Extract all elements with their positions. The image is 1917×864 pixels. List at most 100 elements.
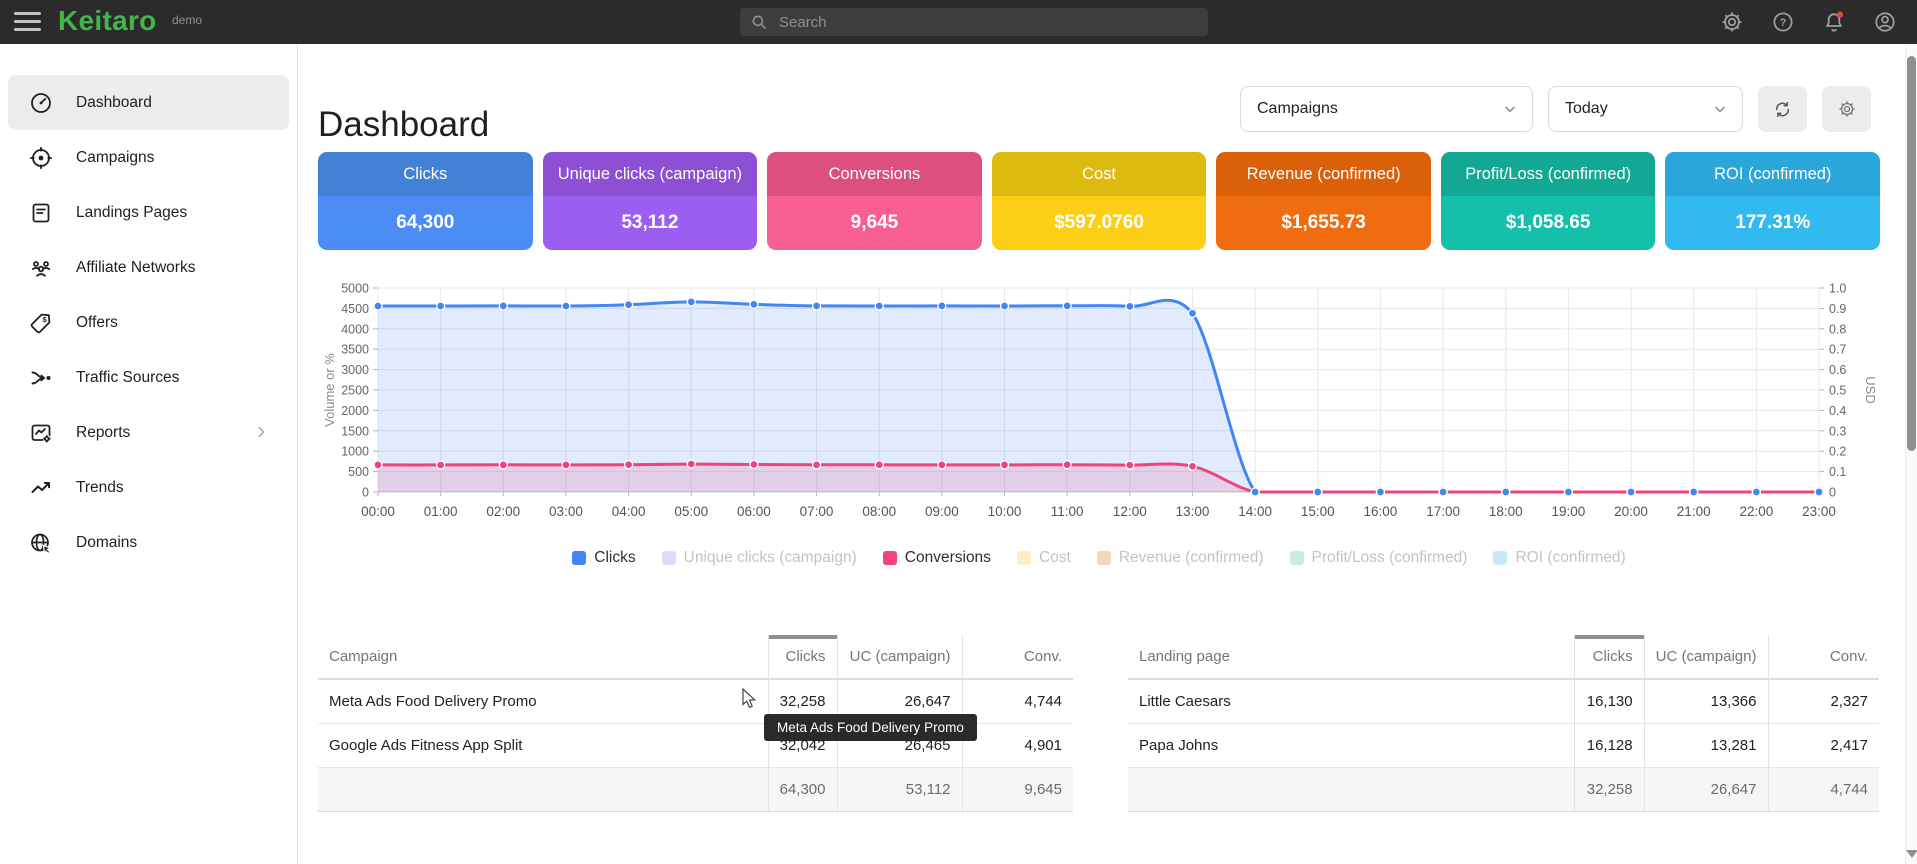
svg-text:1000: 1000 [341,445,369,459]
legend-item[interactable]: Clicks [572,549,635,567]
sidebar-item-domains[interactable]: Domains [8,515,289,570]
svg-text:USD: USD [1863,376,1878,403]
legend-label: Revenue (confirmed) [1119,549,1264,567]
column-header-uc[interactable]: UC (campaign) [837,635,962,679]
svg-text:500: 500 [348,465,369,479]
chevron-right-icon [253,424,269,440]
svg-text:0.2: 0.2 [1829,445,1846,459]
refresh-icon [1772,99,1793,120]
user-account-icon[interactable] [1873,10,1897,34]
svg-text:2000: 2000 [341,404,369,418]
svg-text:18:00: 18:00 [1489,504,1523,519]
totals-empty-cell [318,768,768,812]
grouping-select[interactable]: Campaigns [1240,86,1533,132]
clicks-cell: 16,130 [1574,679,1644,724]
affiliate-people-icon [29,256,53,280]
svg-text:$: $ [43,315,48,324]
svg-text:0.4: 0.4 [1829,404,1846,418]
legend-swatch [1017,551,1031,565]
sort-indicator [1575,635,1644,639]
sidebar-item-campaigns[interactable]: Campaigns [8,130,289,185]
svg-text:?: ? [1780,17,1787,29]
metric-card-label: Clicks [318,152,533,196]
table-header-row: Campaign Clicks UC (campaign) Conv. [318,635,1073,679]
sidebar-item-trends[interactable]: Trends [8,460,289,515]
svg-text:4000: 4000 [341,322,369,336]
notifications-bell-icon[interactable] [1822,10,1846,34]
legend-item[interactable]: Conversions [883,549,991,567]
column-header-campaign[interactable]: Campaign [318,635,768,679]
svg-text:13:00: 13:00 [1176,504,1210,519]
svg-text:15:00: 15:00 [1301,504,1335,519]
metric-card-label: Profit/Loss (confirmed) [1441,152,1656,196]
sidebar-item-traffic-sources[interactable]: Traffic Sources [8,350,289,405]
metric-card-value: 177.31% [1665,196,1880,250]
legend-label: ROI (confirmed) [1515,549,1625,567]
legend-label: Profit/Loss (confirmed) [1312,549,1468,567]
scroll-down-arrow-icon[interactable] [1906,850,1917,858]
chart-canvas: 00:0001:0002:0003:0004:0005:0006:0007:00… [318,279,1880,534]
sidebar-item-landings-pages[interactable]: Landings Pages [8,185,289,240]
column-header-uc[interactable]: UC (campaign) [1644,635,1768,679]
topbar: Keitaro demo ? [0,0,1917,44]
scrollbar-thumb[interactable] [1907,56,1916,451]
table-header-row: Landing page Clicks UC (campaign) Conv. [1128,635,1879,679]
column-header-clicks[interactable]: Clicks [768,635,837,679]
hamburger-menu-icon[interactable] [14,12,41,32]
svg-text:20:00: 20:00 [1614,504,1648,519]
vertical-scrollbar [1905,44,1917,864]
sidebar-item-affiliate-networks[interactable]: Affiliate Networks [8,240,289,295]
landing-name-cell[interactable]: Little Caesars [1128,679,1574,724]
totals-uc-cell: 26,647 [1644,768,1768,812]
legend-item[interactable]: Cost [1017,549,1071,567]
brand-logo: Keitaro [58,5,157,37]
svg-text:1.0: 1.0 [1829,282,1846,296]
column-header-clicks[interactable]: Clicks [1574,635,1644,679]
svg-text:22:00: 22:00 [1739,504,1773,519]
notification-badge [1837,12,1843,18]
legend-item[interactable]: ROI (confirmed) [1493,549,1625,567]
column-header-conv[interactable]: Conv. [962,635,1073,679]
svg-text:5000: 5000 [341,282,369,296]
sidebar-item-label: Campaigns [76,149,154,167]
legend-item[interactable]: Unique clicks (campaign) [662,549,857,567]
legend-item[interactable]: Profit/Loss (confirmed) [1290,549,1468,567]
column-header-conv[interactable]: Conv. [1768,635,1879,679]
help-icon[interactable]: ? [1771,10,1795,34]
sidebar-item-dashboard[interactable]: Dashboard [8,75,289,130]
traffic-sources-merge-icon [29,366,53,390]
svg-text:2500: 2500 [341,384,369,398]
svg-text:09:00: 09:00 [925,504,959,519]
legend-item[interactable]: Revenue (confirmed) [1097,549,1264,567]
search-input[interactable] [777,13,1177,32]
legend-label: Unique clicks (campaign) [684,549,857,567]
campaign-name-cell[interactable]: Meta Ads Food Delivery Promo [318,679,768,724]
svg-text:14:00: 14:00 [1238,504,1272,519]
search-bar[interactable] [740,8,1208,36]
svg-text:Volume or %: Volume or % [322,353,337,427]
column-header-landing-page[interactable]: Landing page [1128,635,1574,679]
svg-text:4500: 4500 [341,302,369,316]
legend-swatch [662,551,676,565]
totals-conv-cell: 9,645 [962,768,1073,812]
svg-text:01:00: 01:00 [424,504,458,519]
metric-card-value: 64,300 [318,196,533,250]
svg-text:06:00: 06:00 [737,504,771,519]
sidebar-item-reports[interactable]: Reports [8,405,289,460]
legend-label: Clicks [594,549,635,567]
refresh-button[interactable] [1758,86,1807,132]
dashboard-settings-button[interactable] [1822,86,1871,132]
metric-card-label: Conversions [767,152,982,196]
main-content: Dashboard Campaigns Today Clicks [299,44,1905,864]
svg-text:12:00: 12:00 [1113,504,1147,519]
date-range-select[interactable]: Today [1548,86,1743,132]
sidebar-item-label: Dashboard [76,94,152,112]
sidebar-item-offers[interactable]: $ Offers [8,295,289,350]
conv-cell: 4,744 [962,679,1073,724]
settings-gear-icon[interactable] [1720,10,1744,34]
date-range-select-value: Today [1565,100,1608,118]
table-totals-row: 32,258 26,647 4,744 [1128,768,1879,812]
campaign-name-cell[interactable]: Google Ads Fitness App Split [318,724,768,768]
landing-name-cell[interactable]: Papa Johns [1128,724,1574,768]
svg-text:07:00: 07:00 [800,504,834,519]
